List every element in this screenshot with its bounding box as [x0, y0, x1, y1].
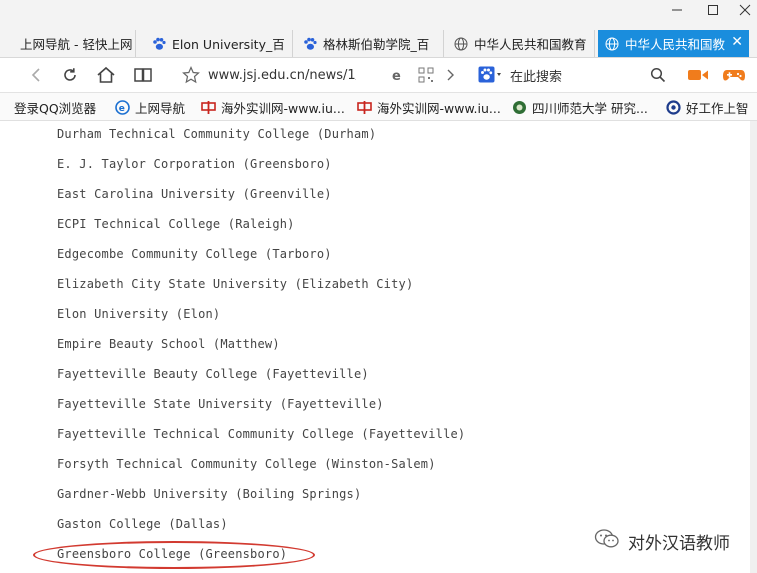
- list-item: Forsyth Technical Community College (Win…: [57, 457, 436, 471]
- bookmark-overseas-2[interactable]: 海外实训网-www.iu...: [357, 97, 501, 117]
- ie-mode-icon[interactable]: e: [390, 67, 406, 87]
- bookmark-overseas-1[interactable]: 海外实训网-www.iu...: [201, 97, 345, 117]
- tab-label: Elon University_百: [172, 37, 285, 52]
- tab-elon[interactable]: Elon University_百: [145, 30, 293, 57]
- list-item: Fayetteville Technical Community College…: [57, 427, 466, 441]
- star-icon[interactable]: [182, 66, 200, 88]
- globe-icon: [604, 36, 620, 52]
- watermark: 对外汉语教师: [594, 528, 730, 555]
- bookmark-label: 四川师范大学 研究...: [532, 100, 648, 116]
- bookmarks-bar: 登录QQ浏览器 e 上网导航 海外实训网-www.iu... 海外实训网-www…: [0, 93, 757, 121]
- globe-icon: [453, 36, 469, 52]
- list-item: Empire Beauty School (Matthew): [57, 337, 280, 351]
- list-item: Elon University (Elon): [57, 307, 221, 321]
- ie-icon: e: [115, 99, 130, 115]
- chevron-right-icon[interactable]: [446, 67, 456, 87]
- list-item: ECPI Technical College (Raleigh): [57, 217, 295, 231]
- tab-label: 中华人民共和国教育: [474, 37, 587, 52]
- baidu-paw-icon: [151, 36, 167, 52]
- ring-icon: [666, 99, 681, 115]
- list-item: Fayetteville State University (Fayettevi…: [57, 397, 384, 411]
- list-item: Elizabeth City State University (Elizabe…: [57, 277, 414, 291]
- video-icon[interactable]: [686, 64, 710, 86]
- baidu-paw-icon: [302, 36, 318, 52]
- title-bar: [0, 0, 757, 28]
- bookmark-label: 海外实训网-www.iu...: [221, 100, 345, 116]
- wechat-icon: [594, 528, 620, 555]
- bookmark-label: 海外实训网-www.iu...: [377, 100, 501, 116]
- search-box[interactable]: 在此搜索: [476, 63, 672, 87]
- red-logo-icon: [357, 100, 372, 115]
- svg-text:e: e: [392, 69, 401, 83]
- watermark-text: 对外汉语教师: [628, 534, 730, 554]
- tab-greensboro[interactable]: 格林斯伯勒学院_百: [296, 30, 444, 57]
- tab-label: 中华人民共和国教: [625, 37, 726, 52]
- game-controller-icon[interactable]: [722, 64, 746, 86]
- close-window-icon[interactable]: [726, 0, 757, 20]
- search-icon[interactable]: [650, 67, 666, 87]
- tab-moe-active[interactable]: 中华人民共和国教 ✕: [598, 30, 749, 57]
- address-bar[interactable]: www.jsj.edu.cn/news/1/2( e: [178, 63, 468, 87]
- bookmark-nav[interactable]: e 上网导航: [115, 97, 185, 117]
- toolbar: www.jsj.edu.cn/news/1/2( e 在此搜索: [0, 58, 757, 93]
- baidu-paw-icon[interactable]: [478, 66, 502, 88]
- tab-strip: 上网导航 - 轻快上网 Elon University_百 格林斯伯勒学院_百 …: [0, 28, 757, 58]
- list-item: Durham Technical Community College (Durh…: [57, 127, 377, 141]
- list-item: E. J. Taylor Corporation (Greensboro): [57, 157, 332, 171]
- bookmark-good-job[interactable]: 好工作上智: [666, 97, 749, 117]
- list-item: Edgecombe Community College (Tarboro): [57, 247, 332, 261]
- bookmark-sicnu[interactable]: 四川师范大学 研究...: [512, 97, 648, 117]
- list-item: Gardner-Webb University (Boiling Springs…: [57, 487, 362, 501]
- tab-moe-1[interactable]: 中华人民共和国教育: [447, 30, 595, 57]
- red-highlight-circle: [33, 541, 315, 569]
- minimize-icon[interactable]: [658, 0, 696, 20]
- bookmark-label: 上网导航: [135, 100, 186, 116]
- list-item: East Carolina University (Greenville): [57, 187, 332, 201]
- tab-label: 上网导航 - 轻快上网: [20, 37, 133, 52]
- scrollbar[interactable]: [750, 121, 757, 573]
- bookmark-label: 好工作上智: [686, 100, 749, 116]
- list-item: Fayetteville Beauty College (Fayettevill…: [57, 367, 369, 381]
- search-placeholder: 在此搜索: [510, 69, 563, 85]
- green-seal-icon: [512, 100, 527, 115]
- svg-text:e: e: [119, 104, 125, 114]
- back-icon[interactable]: [24, 64, 48, 86]
- url-text: www.jsj.edu.cn/news/1/2(: [208, 67, 356, 83]
- list-item: Gaston College (Dallas): [57, 517, 228, 531]
- close-tab-icon[interactable]: ✕: [731, 34, 743, 50]
- bookmark-qq-login[interactable]: 登录QQ浏览器: [14, 97, 96, 117]
- reader-book-icon[interactable]: [131, 64, 155, 86]
- bookmark-label: 登录QQ浏览器: [14, 100, 97, 116]
- qr-code-icon[interactable]: [418, 67, 434, 87]
- red-logo-icon: [201, 100, 216, 115]
- home-icon[interactable]: [94, 64, 118, 86]
- tab-label: 格林斯伯勒学院_百: [323, 37, 430, 52]
- tab-nav[interactable]: 上网导航 - 轻快上网: [14, 30, 136, 57]
- refresh-icon[interactable]: [58, 64, 82, 86]
